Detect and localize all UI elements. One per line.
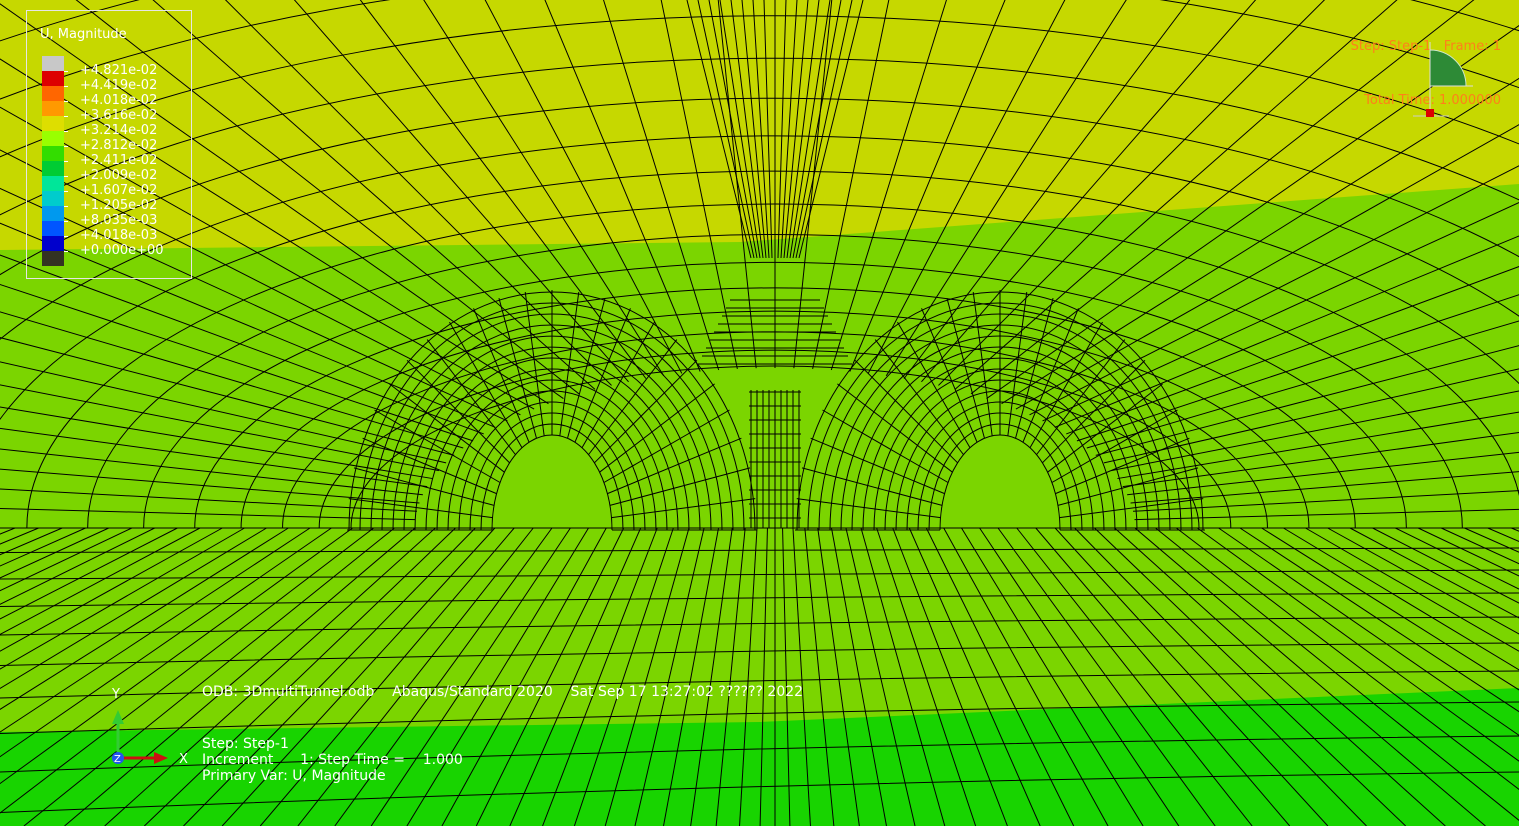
legend-value: +2.009e-02 — [80, 168, 158, 183]
mesh-contour-plot — [0, 0, 1519, 826]
legend-swatch — [42, 71, 64, 86]
legend-swatch — [42, 161, 64, 176]
legend-value: +3.214e-02 — [80, 123, 158, 138]
legend-tick — [64, 86, 68, 87]
legend-title: U, Magnitude — [40, 27, 127, 42]
triad-y-label: Y — [111, 687, 120, 702]
legend-swatch — [42, 176, 64, 191]
triad-z-label: Z — [114, 754, 121, 765]
view-orientation-icon[interactable] — [1405, 38, 1485, 128]
legend-swatch — [42, 221, 64, 236]
step-label: Step: Step-1 — [202, 736, 289, 752]
viewport[interactable]: U, Magnitude +4.821e-02 +4.419e-02 +4.018e… — [0, 0, 1519, 826]
legend-value: +4.821e-02 — [80, 63, 158, 78]
legend-value: +4.419e-02 — [80, 78, 158, 93]
legend-value: +2.812e-02 — [80, 138, 158, 153]
legend-value: +1.607e-02 — [80, 183, 158, 198]
legend-color-bar — [42, 56, 64, 266]
legend-value: +1.205e-02 — [80, 198, 158, 213]
legend-value: +4.018e-03 — [80, 228, 158, 243]
legend-swatch — [42, 191, 64, 206]
odb-info: ODB: 3DmultiTunnel.odb Abaqus/Standard 2… — [202, 684, 804, 700]
legend-swatch — [42, 86, 64, 101]
legend-swatch — [42, 236, 64, 251]
legend-swatch — [42, 206, 64, 221]
legend-value: +0.000e+00 — [80, 243, 164, 258]
triad-x-label: X — [179, 752, 188, 767]
legend-swatch — [42, 116, 64, 131]
axis-triad-icon: Y X Z — [111, 687, 188, 767]
increment-label: Increment 1: Step Time = 1.000 — [202, 752, 463, 768]
primary-var-label: Primary Var: U, Magnitude — [202, 768, 386, 784]
legend-tick — [64, 116, 68, 117]
legend-tick — [64, 206, 68, 207]
legend-tick — [64, 191, 68, 192]
legend-value: +4.018e-02 — [80, 93, 158, 108]
legend-swatch — [42, 101, 64, 116]
contour-legend: U, Magnitude +4.821e-02 +4.419e-02 +4.018e… — [26, 10, 192, 279]
legend-tick — [64, 131, 68, 132]
legend-tick — [64, 71, 68, 72]
legend-tick — [64, 161, 68, 162]
legend-value: +3.616e-02 — [80, 108, 158, 123]
legend-value: +8.035e-03 — [80, 213, 158, 228]
legend-value: +2.411e-02 — [80, 153, 158, 168]
legend-swatch — [42, 56, 64, 71]
legend-tick — [64, 101, 68, 102]
legend-tick — [64, 176, 68, 177]
legend-swatch — [42, 146, 64, 161]
legend-tick — [64, 236, 68, 237]
legend-tick — [64, 221, 68, 222]
legend-swatch — [42, 251, 64, 266]
legend-swatch — [42, 131, 64, 146]
legend-tick — [64, 146, 68, 147]
legend-tick — [64, 251, 68, 252]
